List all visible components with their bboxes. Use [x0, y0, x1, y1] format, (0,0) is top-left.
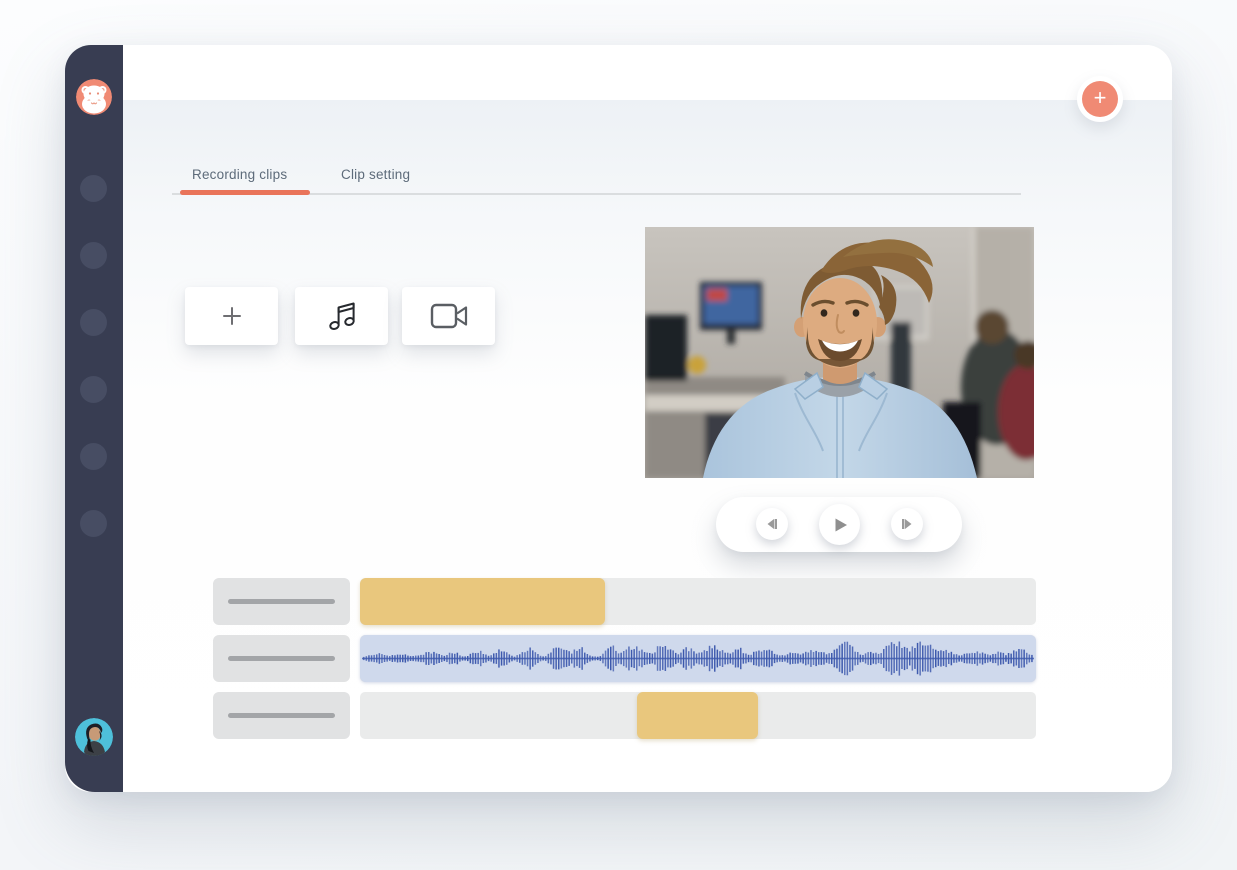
- add-video-button[interactable]: [402, 287, 495, 345]
- track-label[interactable]: [213, 692, 350, 739]
- track-handle-bar: [228, 713, 335, 718]
- timeline-track-2: [213, 635, 1036, 682]
- sidebar: [65, 45, 123, 792]
- add-clip-button[interactable]: [185, 287, 278, 345]
- skip-forward-icon: [899, 516, 915, 532]
- track-lane: [360, 692, 1036, 739]
- audio-waveform-clip[interactable]: [360, 635, 1036, 682]
- sidebar-item-3[interactable]: [80, 309, 107, 336]
- video-still-image: [645, 227, 1034, 478]
- music-note-icon: [324, 298, 360, 334]
- user-avatar-photo: [75, 718, 113, 756]
- timeline: [213, 578, 1036, 739]
- active-tab-indicator: [180, 190, 310, 195]
- playback-controls: [716, 497, 962, 552]
- sidebar-item-2[interactable]: [80, 242, 107, 269]
- video-camera-icon: [429, 301, 469, 331]
- play-icon: [830, 515, 850, 535]
- plus-icon: +: [1082, 81, 1118, 117]
- video-preview: [645, 227, 1034, 478]
- timeline-clip[interactable]: [637, 692, 758, 739]
- app-logo[interactable]: [76, 79, 112, 115]
- page: + Recording clips Clip setting: [0, 0, 1237, 870]
- sidebar-item-5[interactable]: [80, 443, 107, 470]
- skip-back-button[interactable]: [756, 508, 788, 540]
- tab-clip-setting[interactable]: Clip setting: [341, 167, 410, 189]
- track-handle-bar: [228, 656, 335, 661]
- timeline-track-3: [213, 692, 1036, 739]
- timeline-track-1: [213, 578, 1036, 625]
- track-lane: [360, 635, 1036, 682]
- track-handle-bar: [228, 599, 335, 604]
- tab-recording-clips[interactable]: Recording clips: [192, 167, 287, 189]
- sidebar-item-6[interactable]: [80, 510, 107, 537]
- track-lane: [360, 578, 1036, 625]
- sidebar-item-4[interactable]: [80, 376, 107, 403]
- add-button[interactable]: +: [1077, 76, 1123, 122]
- top-bar: [123, 45, 1172, 100]
- track-label[interactable]: [213, 578, 350, 625]
- monkey-mascot-icon: [76, 79, 112, 115]
- track-label[interactable]: [213, 635, 350, 682]
- user-avatar[interactable]: [75, 718, 113, 756]
- play-button[interactable]: [819, 504, 860, 545]
- skip-forward-button[interactable]: [891, 508, 923, 540]
- skip-back-icon: [764, 516, 780, 532]
- sidebar-item-1[interactable]: [80, 175, 107, 202]
- timeline-clip[interactable]: [360, 578, 605, 625]
- plus-icon: [221, 305, 243, 327]
- waveform-graphic: [360, 635, 1036, 682]
- app-window: + Recording clips Clip setting: [65, 45, 1172, 792]
- add-music-button[interactable]: [295, 287, 388, 345]
